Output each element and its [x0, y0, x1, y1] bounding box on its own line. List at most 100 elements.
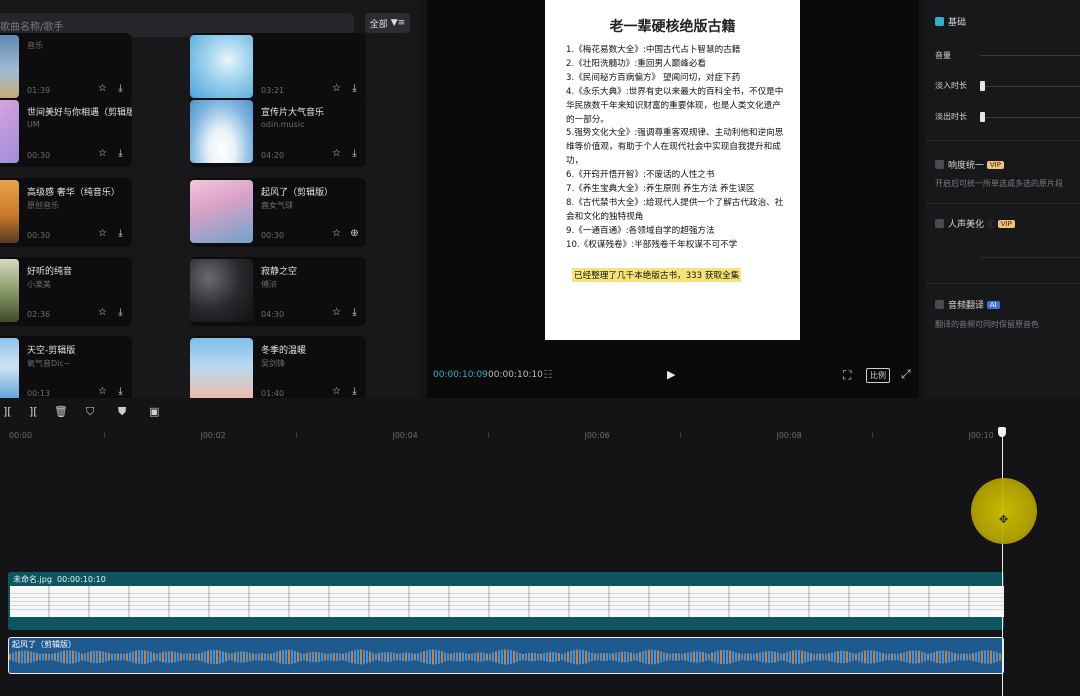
ruler-label: |00:06	[584, 431, 610, 440]
fullscreen-icon[interactable]: ⤢	[901, 367, 911, 382]
fade-out-slider[interactable]	[982, 117, 1080, 118]
favorite-icon[interactable]: ☆	[330, 147, 343, 160]
waveform-bar	[642, 651, 644, 663]
timeline-ruler[interactable]	[0, 426, 1080, 442]
music-artist: 小楽美	[27, 280, 51, 289]
music-card[interactable]: 起风了（剪辑版） 鹿女气球 00:30 ☆ ⊕	[190, 178, 366, 247]
music-card[interactable]: 高级感 奢华（纯音乐） 原创音乐 00:30 ☆ ⤓	[0, 178, 132, 247]
waveform-bar	[444, 652, 446, 662]
waveform-bar	[225, 652, 227, 662]
music-card[interactable]: 03:21 ☆ ⤓	[190, 33, 366, 102]
filter-dropdown[interactable]: 全部 ▼≡	[365, 13, 410, 33]
music-card[interactable]: 天空-剪辑版 氧气音Dic~ 00:13 ☆ ⤓	[0, 336, 132, 398]
delete-icon[interactable]: 🗑	[54, 405, 68, 418]
favorite-icon[interactable]: ☆	[96, 385, 109, 398]
loudness-description: 开启后可统一所单选或多选的原片段	[935, 179, 1063, 188]
loudness-checkbox[interactable]	[935, 160, 944, 169]
document-title: 老一辈硬核绝版古籍	[609, 19, 736, 35]
audio-translate-description: 翻译的音频可同时保留原音色	[935, 320, 1039, 329]
waveform-bar	[798, 650, 800, 664]
filter-label: 全部	[369, 19, 388, 30]
favorite-icon[interactable]: ☆	[330, 385, 343, 398]
video-clip-duration: 00:00:10:10	[57, 575, 106, 584]
waveform-bar	[39, 653, 41, 661]
favorite-icon[interactable]: ☆	[330, 227, 343, 240]
waveform-bar	[513, 650, 515, 664]
image-edit-icon[interactable]: ▣	[149, 405, 159, 418]
play-button[interactable]: ▶	[667, 368, 675, 381]
fade-in-slider-handle[interactable]	[980, 81, 985, 91]
waveform-bar	[348, 651, 350, 663]
playhead-handle[interactable]	[998, 427, 1006, 437]
waveform-bar	[276, 651, 278, 663]
volume-slider[interactable]	[980, 55, 1080, 56]
audio-translate-checkbox[interactable]	[935, 300, 944, 309]
download-icon[interactable]: ⤓	[348, 306, 361, 319]
music-card[interactable]: 音乐 01:39 ☆ ⤓	[0, 33, 132, 102]
favorite-icon[interactable]: ☆	[96, 306, 109, 319]
volume-label: 音量	[935, 51, 951, 60]
music-card[interactable]: 宣传片大气音乐 odin.music 04:20 ☆ ⤓	[190, 98, 366, 167]
playhead[interactable]	[1002, 428, 1003, 696]
fade-out-slider-handle[interactable]	[980, 112, 985, 122]
waveform-bar	[393, 653, 395, 661]
waveform-bar	[732, 651, 734, 663]
waveform-bar	[726, 650, 728, 664]
waveform-bar	[174, 651, 176, 663]
info-icon[interactable]: ⓘ	[987, 220, 995, 229]
waveform-bar	[834, 651, 836, 663]
favorite-icon[interactable]: ☆	[96, 82, 109, 95]
add-icon[interactable]: ⊕	[348, 227, 361, 240]
waveform-bar	[87, 652, 89, 662]
ruler-tick	[296, 432, 297, 438]
favorite-icon[interactable]: ☆	[96, 147, 109, 160]
waveform-bar	[66, 650, 68, 664]
download-icon[interactable]: ⤓	[114, 385, 127, 398]
filter-icon: ▼≡	[390, 18, 406, 28]
download-icon[interactable]: ⤓	[114, 147, 127, 160]
music-card[interactable]: 好听的纯音 小楽美 02:36 ☆ ⤓	[0, 257, 132, 326]
split-right-icon[interactable]: ][	[29, 405, 38, 418]
waveform-bar	[375, 653, 377, 661]
waveform-bar	[402, 652, 404, 662]
fade-in-slider[interactable]	[982, 86, 1080, 87]
waveform-bar	[486, 653, 488, 661]
download-icon[interactable]: ⤓	[348, 147, 361, 160]
music-card[interactable]: 世间美好与你相遇（剪辑版4） UM 00:30 ☆ ⤓	[0, 98, 132, 167]
download-icon[interactable]: ⤓	[114, 82, 127, 95]
favorite-icon[interactable]: ☆	[96, 227, 109, 240]
shield-icon[interactable]: ⛊	[118, 405, 126, 419]
waveform-bar	[177, 652, 179, 662]
timeline-toolbar	[0, 402, 1080, 424]
waveform-bar	[228, 653, 230, 661]
basic-checkbox[interactable]	[935, 17, 944, 26]
timeline-grid-icon[interactable]: ☷	[543, 368, 553, 381]
voice-beautify-slider[interactable]	[980, 257, 1080, 258]
document-line: 1.《梅花易数大全》:中国古代占卜智慧的古籍	[566, 45, 741, 55]
music-card[interactable]: 寂静之空 傅浒 04:30 ☆ ⤓	[190, 257, 366, 326]
aspect-ratio-button[interactable]: 比例	[866, 368, 890, 383]
waveform-bar	[180, 653, 182, 661]
download-icon[interactable]: ⤓	[114, 227, 127, 240]
favorite-icon[interactable]: ☆	[330, 82, 343, 95]
waveform-bar	[282, 650, 284, 664]
split-left-icon[interactable]: ][	[3, 405, 12, 418]
shield-marker-icon[interactable]: ⛉	[86, 405, 94, 419]
waveform-bar	[519, 653, 521, 661]
waveform-bar	[858, 652, 860, 662]
voice-beautify-checkbox[interactable]	[935, 219, 944, 228]
waveform-bar	[96, 650, 98, 664]
waveform-bar	[747, 653, 749, 661]
download-icon[interactable]: ⤓	[114, 306, 127, 319]
music-card[interactable]: 冬季的温暖 吴剑锋 01:40 ☆ ⤓	[190, 336, 366, 398]
download-icon[interactable]: ⤓	[348, 385, 361, 398]
waveform-bar	[450, 653, 452, 661]
waveform-bar	[516, 651, 518, 663]
fit-screen-icon[interactable]: ⛶	[843, 368, 851, 383]
waveform-bar	[948, 651, 950, 663]
waveform-bar	[201, 652, 203, 662]
favorite-icon[interactable]: ☆	[330, 306, 343, 319]
download-icon[interactable]: ⤓	[348, 82, 361, 95]
waveform-bar	[213, 649, 215, 665]
music-duration: 01:40	[261, 389, 285, 398]
